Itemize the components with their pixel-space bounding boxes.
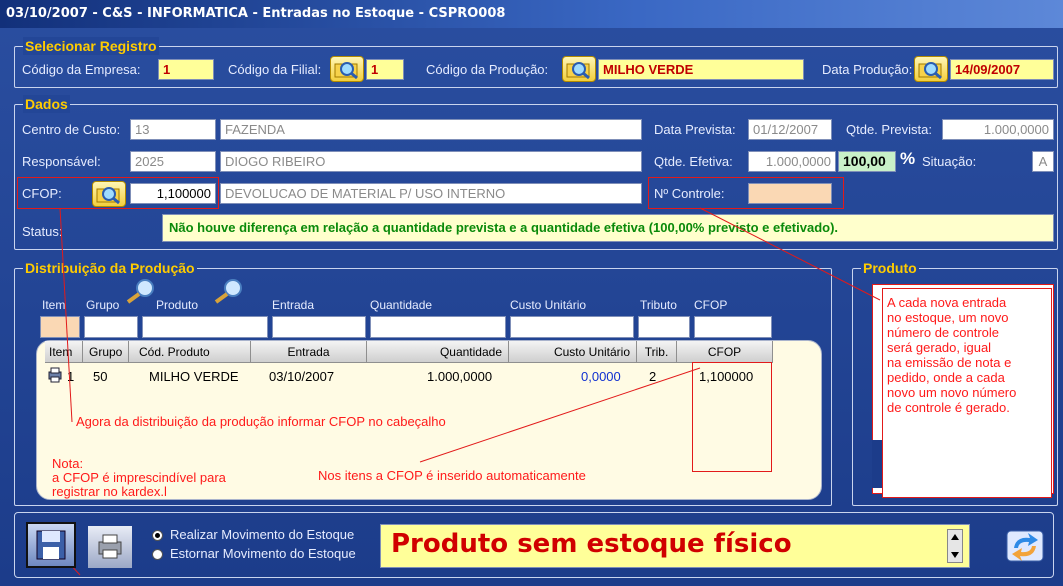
annotation-controle-box: A cada nova entrada no estoque, um novo … <box>882 288 1052 498</box>
radio-realizar-label[interactable]: Realizar Movimento do Estoque <box>170 527 354 542</box>
radio-estornar[interactable] <box>152 549 163 560</box>
message-text: Produto sem estoque físico <box>391 529 792 559</box>
annotation-controle-2: no estoque, um novo <box>887 310 1009 325</box>
annotation-nota-2: a CFOP é imprescindível para <box>52 470 226 485</box>
annotation-nota-1: Nota: <box>52 456 84 471</box>
annotation-controle-3: número de controle <box>887 325 1000 340</box>
scroll-up-arrow-icon[interactable] <box>951 534 959 540</box>
annotation-itens: Nos itens a CFOP é inserido automaticame… <box>318 468 586 483</box>
scroll-down-arrow-icon[interactable] <box>951 552 959 558</box>
print-button[interactable] <box>88 526 132 568</box>
refresh-arrows-icon <box>1006 530 1044 562</box>
annotation-controle-1: A cada nova entrada <box>887 295 1007 310</box>
main-window: 03/10/2007 - C&S - INFORMATICA - Entrada… <box>0 0 1063 586</box>
radio-estornar-label[interactable]: Estornar Movimento do Estoque <box>170 546 356 561</box>
annotation-nota-3: registrar no kardex.l <box>52 484 167 499</box>
refresh-button[interactable] <box>1002 524 1048 568</box>
annotation-controle-7: novo um novo número <box>887 385 1017 400</box>
message-scrollbar[interactable] <box>947 529 963 563</box>
annotation-controle-6: pedido, onde a cada <box>887 370 1005 385</box>
printer-icon <box>98 534 122 559</box>
annotation-controle-4: será gerado, igual <box>887 340 992 355</box>
message-box: Produto sem estoque físico <box>380 524 970 568</box>
annotation-cabecalho: Agora da distribuição da produção inform… <box>76 414 446 429</box>
save-button[interactable] <box>26 522 76 568</box>
save-disk-icon <box>36 530 66 560</box>
radio-realizar[interactable] <box>152 530 163 541</box>
annotation-controle-8: de controle é gerado. <box>887 400 1010 415</box>
annotation-controle-5: na emissão de nota e <box>887 355 1012 370</box>
